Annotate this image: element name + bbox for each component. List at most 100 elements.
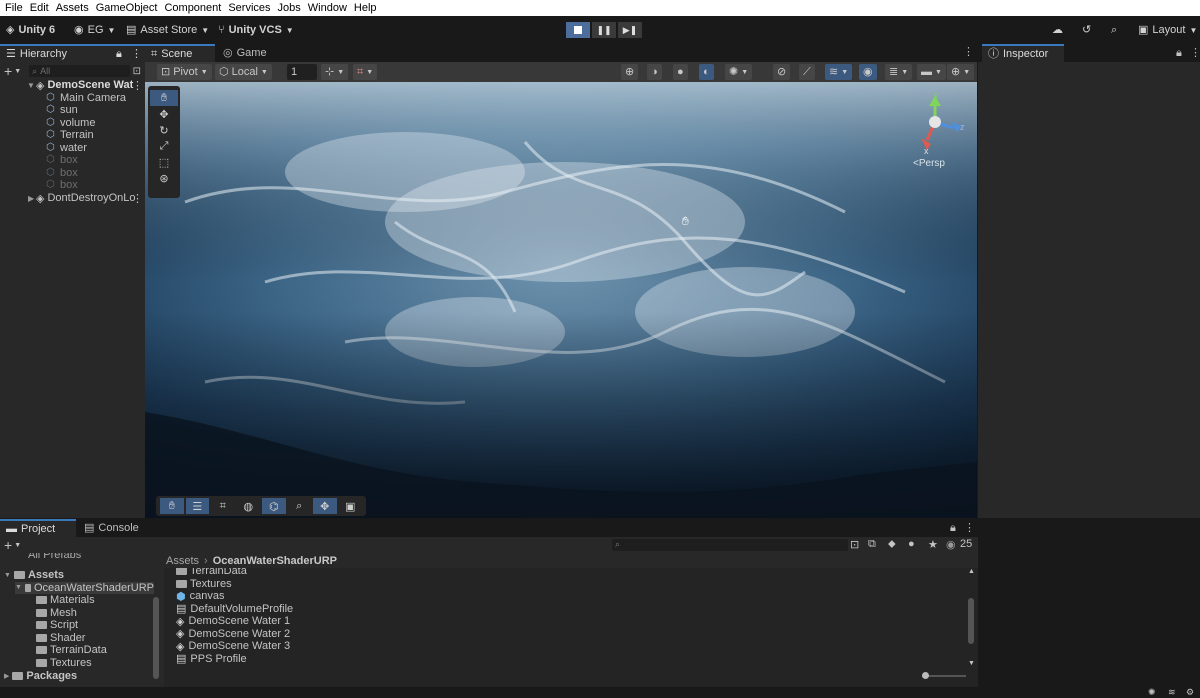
project-file-item[interactable]: ▤ DefaultVolumeProfile [176,603,293,616]
scene-visibility-button[interactable]: ◉ [859,64,877,80]
file-list-scrollbar[interactable] [968,598,974,644]
account-dropdown[interactable]: ◉ EG ▼ [74,20,115,40]
perspective-label[interactable]: <Persp [913,158,945,169]
chevron-down-icon[interactable]: ▼ [14,66,21,77]
all-prefabs-item[interactable]: All Prefabs [28,553,81,562]
breadcrumb-current[interactable]: OceanWaterShaderURP [213,555,337,567]
project-search-input[interactable]: ⌕ [612,539,848,551]
info-circle-icon[interactable]: ● [908,538,915,550]
scale-tool[interactable]: ⤢ [150,138,178,154]
tab-game[interactable]: ◎ Game [217,44,273,62]
hierarchy-scene-row[interactable]: ▼ ◈ DemoScene Wat ⋮ [0,79,145,92]
lock-icon[interactable]: 🔒︎ [950,523,956,534]
label-tag-icon[interactable]: ⬥ [888,538,896,551]
expand-arrow-icon[interactable]: ▶ [4,672,9,680]
more-menu-icon[interactable]: ⋮ [1190,48,1200,59]
project-tree-item[interactable]: ▼ OceanWaterShaderURP [15,581,154,594]
hierarchy-item[interactable]: ⬡ box [46,167,78,180]
breadcrumb-assets[interactable]: Assets [166,555,199,567]
project-tree-item[interactable]: Mesh [26,607,77,620]
pause-button[interactable]: ❚❚ [592,22,616,38]
layout-dropdown[interactable]: ▣ Layout ▼ [1138,20,1197,40]
hierarchy-item[interactable]: ⬡ box [46,179,78,192]
asset-store-dropdown[interactable]: ▤ Asset Store ▼ [126,20,209,40]
tree-scrollbar[interactable] [153,597,159,679]
overlay-tool-settings-button[interactable]: ☰ [185,498,209,514]
expand-arrow-icon[interactable]: ▼ [27,81,35,90]
layers-dropdown[interactable]: ≣ ▼ [885,64,913,80]
project-file-item[interactable]: ◈ DemoScene Water 2 [176,628,290,641]
grid-snap-input[interactable]: 1 [287,64,317,80]
camera-dropdown[interactable]: ▬ ▼ [917,64,946,80]
unity-account-button[interactable]: ◈ Unity 6 [6,20,55,40]
menu-jobs[interactable]: Jobs [278,2,301,14]
overlay-grid-button[interactable]: ⌗ [211,498,235,514]
hierarchy-item[interactable]: ⬡ box [46,154,78,167]
project-file-item[interactable]: ▤ PPS Profile [176,653,247,666]
effects-dropdown[interactable]: ≋ ▼ [825,64,853,80]
local-dropdown[interactable]: ⬡ Local ▼ [215,64,272,80]
tab-project[interactable]: ▬ Project [0,519,76,537]
more-menu-icon[interactable]: ⋮ [132,79,143,92]
debug-draw-dropdown[interactable]: ✺ ▼ [725,64,753,80]
more-menu-icon[interactable]: ⋮ [131,48,142,60]
menu-file[interactable]: File [5,2,23,14]
play-button[interactable] [566,22,590,38]
shading-unlit-button[interactable]: ◐ [699,64,714,80]
scroll-down-icon[interactable]: ▼ [968,660,975,667]
hierarchy-item[interactable]: ⬡ sun [46,104,78,117]
project-file-item[interactable]: ◈ DemoScene Water 1 [176,615,290,628]
overlay-sphere-button[interactable]: ◍ [237,498,261,514]
project-file-item[interactable]: TerrainData [176,568,247,578]
overlay-search-button[interactable]: ⌕ [288,498,312,514]
tab-hierarchy[interactable]: ☰ Hierarchy 🔒︎ ⋮ [0,44,145,62]
overlay-navmesh-button[interactable]: ⌬ [262,498,286,514]
rect-tool[interactable]: ⬚ [150,154,178,170]
snap-increment-button[interactable]: ⊹ ▼ [321,64,349,80]
project-tree-item[interactable]: Script [26,619,78,632]
unity-vcs-dropdown[interactable]: ⑂ Unity VCS ▼ [218,20,294,40]
filter-type-icon[interactable]: ⧉ [868,538,876,551]
more-menu-icon[interactable]: ⋮ [132,192,143,205]
scene-viewport[interactable]: ✋︎ ✥ ↻ ⤢ ⬚ ⊛ y z x <Persp ✋︎ ✋︎ ☰ ⌗ ◍ ⌬ … [145,82,977,518]
project-file-item[interactable]: ⬢ canvas [176,590,224,603]
cloud-button[interactable]: ☁ [1052,20,1063,40]
project-tree-item[interactable]: TerrainData [26,644,107,657]
project-tree-item[interactable]: ▼ Assets [4,569,64,582]
scroll-up-icon[interactable]: ▲ [968,568,975,575]
overlay-move-button[interactable]: ✥ [313,498,337,514]
grid-visibility-button[interactable]: ⌗ ▼ [353,64,378,80]
step-button[interactable]: ▶❚ [618,22,642,38]
tab-inspector[interactable]: ⓘ Inspector [982,44,1064,62]
project-file-item[interactable]: Textures [176,578,232,591]
lighting-toggle-button[interactable]: ⟋ [799,64,815,80]
add-icon[interactable]: + [4,537,12,553]
move-tool[interactable]: ✥ [150,106,178,122]
more-menu-icon[interactable]: ⋮ [964,523,975,534]
hierarchy-search-input[interactable]: ⌕ All [29,65,130,77]
menu-gameobject[interactable]: GameObject [96,2,158,14]
orientation-gizmo[interactable]: y z x <Persp [905,90,975,170]
project-tree-item[interactable]: Materials [26,594,95,607]
hierarchy-item[interactable]: ⬡ Main Camera [46,92,126,105]
layers-icon[interactable]: ≋ [1168,687,1176,698]
pivot-dropdown[interactable]: ⊡ Pivot ▼ [157,64,212,80]
project-tree-item[interactable]: Shader [26,632,85,645]
project-tree-item[interactable]: Textures [26,657,92,670]
menu-assets[interactable]: Assets [56,2,89,14]
shading-wireframe-button[interactable]: ⊕ [621,64,639,80]
chevron-down-icon[interactable]: ▼ [14,542,21,549]
shading-shaded-button[interactable]: ● [673,64,688,80]
hierarchy-item[interactable]: ⬡ Terrain [46,129,94,142]
rotate-tool[interactable]: ↻ [150,122,178,138]
more-menu-icon[interactable]: ⋮ [963,47,974,58]
expand-arrow-icon[interactable]: ▼ [15,584,22,591]
expand-arrow-icon[interactable]: ▼ [4,572,11,579]
transform-tool[interactable]: ⊛ [150,170,178,186]
hierarchy-item[interactable]: ⬡ volume [46,117,95,130]
favorite-star-icon[interactable]: ★ [928,538,938,551]
menu-window[interactable]: Window [308,2,347,14]
project-tree-item[interactable]: ▶ Packages [4,670,77,683]
add-icon[interactable]: + [4,64,12,78]
gizmos-dropdown[interactable]: ⊕ ▼ [947,64,975,80]
